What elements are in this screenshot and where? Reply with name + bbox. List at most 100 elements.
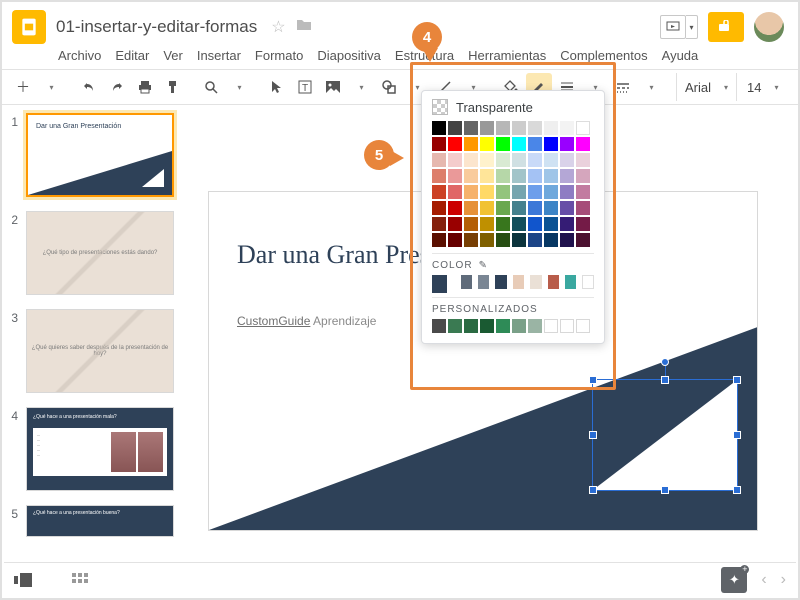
color-swatch[interactable] xyxy=(480,185,494,199)
menu-insertar[interactable]: Insertar xyxy=(197,48,241,63)
color-swatch[interactable] xyxy=(464,201,478,215)
color-swatch[interactable] xyxy=(496,233,510,247)
color-swatch[interactable] xyxy=(496,121,510,135)
border-dash-button[interactable] xyxy=(610,73,636,101)
menu-editar[interactable]: Editar xyxy=(115,48,149,63)
resize-handle[interactable] xyxy=(589,486,597,494)
color-swatch[interactable] xyxy=(560,217,574,231)
slide-thumb-3[interactable]: ¿Qué quieres saber después de la present… xyxy=(26,309,174,393)
folder-icon[interactable] xyxy=(296,17,312,37)
color-swatch[interactable] xyxy=(496,137,510,151)
color-swatch[interactable] xyxy=(448,153,462,167)
color-swatch[interactable] xyxy=(512,137,526,151)
menu-ver[interactable]: Ver xyxy=(163,48,183,63)
color-swatch[interactable] xyxy=(464,185,478,199)
color-swatch[interactable] xyxy=(432,233,446,247)
color-swatch[interactable] xyxy=(528,137,542,151)
resize-handle[interactable] xyxy=(589,431,597,439)
color-swatch[interactable] xyxy=(512,217,526,231)
menu-formato[interactable]: Formato xyxy=(255,48,303,63)
color-swatch[interactable] xyxy=(544,137,558,151)
color-swatch[interactable] xyxy=(560,169,574,183)
menu-herramientas[interactable]: Herramientas xyxy=(468,48,546,63)
color-swatch[interactable] xyxy=(560,153,574,167)
color-swatch[interactable] xyxy=(528,201,542,215)
redo-button[interactable] xyxy=(104,73,130,101)
image-caret[interactable]: ▾ xyxy=(348,73,374,101)
border-dash-caret[interactable]: ▾ xyxy=(638,73,664,101)
color-swatch[interactable] xyxy=(544,169,558,183)
present-button[interactable]: ▾ xyxy=(660,15,698,39)
resize-handle[interactable] xyxy=(661,486,669,494)
color-swatch[interactable] xyxy=(528,153,542,167)
color-swatch[interactable] xyxy=(528,185,542,199)
eyedropper-icon[interactable]: ✎ xyxy=(479,260,488,271)
prev-arrow-icon[interactable]: ‹ xyxy=(761,571,766,589)
new-slide-button[interactable]: ＋ xyxy=(10,73,36,101)
color-swatch[interactable] xyxy=(464,169,478,183)
color-swatch[interactable] xyxy=(432,121,446,135)
color-swatch[interactable] xyxy=(448,233,462,247)
color-swatch[interactable] xyxy=(576,201,590,215)
color-swatch[interactable] xyxy=(576,153,590,167)
custom-swatch[interactable] xyxy=(464,319,478,333)
color-swatch[interactable] xyxy=(544,201,558,215)
share-button[interactable] xyxy=(708,12,744,42)
theme-swatch[interactable] xyxy=(513,275,524,289)
color-swatch[interactable] xyxy=(512,233,526,247)
color-swatch[interactable] xyxy=(576,217,590,231)
next-arrow-icon[interactable]: › xyxy=(781,571,786,589)
color-swatch[interactable] xyxy=(560,121,574,135)
theme-swatch[interactable] xyxy=(478,275,489,289)
resize-handle[interactable] xyxy=(733,486,741,494)
document-title[interactable]: 01-insertar-y-editar-formas xyxy=(56,17,257,37)
color-swatch[interactable] xyxy=(544,185,558,199)
undo-button[interactable] xyxy=(76,73,102,101)
custom-swatch[interactable] xyxy=(560,319,574,333)
color-swatch[interactable] xyxy=(528,233,542,247)
resize-handle[interactable] xyxy=(733,431,741,439)
paint-format-button[interactable] xyxy=(160,73,186,101)
color-swatch[interactable] xyxy=(480,217,494,231)
theme-swatch[interactable] xyxy=(582,275,594,289)
color-swatch[interactable] xyxy=(560,137,574,151)
color-swatch[interactable] xyxy=(448,217,462,231)
color-swatch[interactable] xyxy=(512,169,526,183)
color-swatch[interactable] xyxy=(480,233,494,247)
filmstrip-view-icon[interactable] xyxy=(14,573,32,587)
color-swatch[interactable] xyxy=(480,153,494,167)
custom-swatch[interactable] xyxy=(512,319,526,333)
resize-handle[interactable] xyxy=(733,376,741,384)
color-swatch[interactable] xyxy=(576,137,590,151)
zoom-button[interactable] xyxy=(198,73,224,101)
color-swatch[interactable] xyxy=(464,137,478,151)
theme-swatch[interactable] xyxy=(565,275,576,289)
custom-swatch[interactable] xyxy=(496,319,510,333)
theme-swatch[interactable] xyxy=(548,275,559,289)
theme-swatch[interactable] xyxy=(461,275,472,289)
menu-ayuda[interactable]: Ayuda xyxy=(662,48,699,63)
custom-swatch[interactable] xyxy=(544,319,558,333)
grid-view-icon[interactable] xyxy=(72,573,88,587)
color-swatch[interactable] xyxy=(560,185,574,199)
slide-thumb-5[interactable]: ¿Qué hace a una presentación buena? xyxy=(26,505,174,537)
color-swatch[interactable] xyxy=(560,201,574,215)
color-swatch[interactable] xyxy=(496,169,510,183)
color-swatch[interactable] xyxy=(448,185,462,199)
color-swatch[interactable] xyxy=(480,121,494,135)
color-swatch[interactable] xyxy=(544,153,558,167)
color-swatch[interactable] xyxy=(432,201,446,215)
color-swatch[interactable] xyxy=(576,233,590,247)
custom-swatch[interactable] xyxy=(528,319,542,333)
color-swatch[interactable] xyxy=(448,137,462,151)
color-swatch[interactable] xyxy=(432,217,446,231)
shape-tool[interactable] xyxy=(376,73,402,101)
color-swatch[interactable] xyxy=(528,121,542,135)
custom-swatch[interactable] xyxy=(480,319,494,333)
color-swatch[interactable] xyxy=(448,121,462,135)
select-tool[interactable] xyxy=(264,73,290,101)
slide-thumb-2[interactable]: ¿Qué tipo de presentaciones estás dando? xyxy=(26,211,174,295)
menu-archivo[interactable]: Archivo xyxy=(58,48,101,63)
color-swatch[interactable] xyxy=(544,121,558,135)
color-swatch[interactable] xyxy=(464,233,478,247)
